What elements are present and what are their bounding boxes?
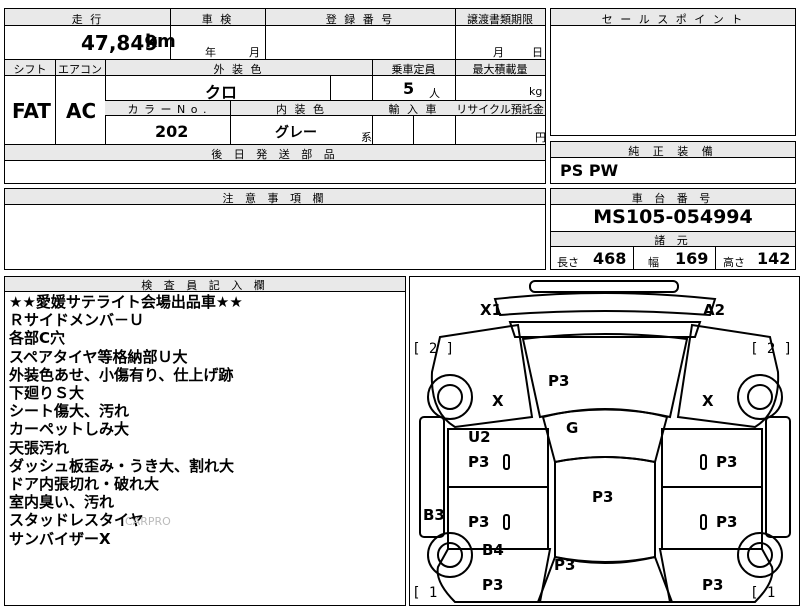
mark-bracket-2-left: [ 2 ] — [412, 341, 455, 357]
height-label: 高さ — [723, 256, 745, 269]
interior-color-value: グレー — [275, 125, 317, 141]
equipment-value: PS PW — [560, 161, 619, 180]
note-line: 外装色あせ、小傷有り、仕上げ跡 — [9, 365, 234, 384]
equipment-label: 純 正 装 備 — [628, 145, 718, 158]
length-label: 長さ — [557, 256, 579, 269]
sales-point-label: セ ー ル ス ポ イ ン ト — [601, 13, 745, 26]
color-no-label: カ ラ ー N o . — [127, 103, 208, 116]
note-line: Ｒサイドメンバ－Ｕ — [9, 311, 145, 330]
watermark: CARPRO — [125, 515, 171, 528]
inspection-month: 月 — [249, 46, 260, 59]
mark-hood: P3 — [548, 372, 570, 390]
note-line: ドア内張切れ・破れ大 — [9, 475, 160, 494]
length-value: 468 — [593, 249, 627, 268]
mark-front-door-right: P3 — [716, 453, 738, 471]
note-line: サンバイザーX — [9, 529, 111, 548]
mileage-unit: km — [145, 31, 176, 52]
mark-bracket-1-left: [ 1 — [412, 585, 438, 601]
capacity-value: 5 — [403, 79, 415, 98]
mark-rear-door-left: P3 — [468, 513, 490, 531]
mark-rear-door-right: P3 — [716, 513, 738, 531]
equipment-box: 純 正 装 備 PS PW — [550, 141, 796, 184]
inspection-label: 車 検 — [201, 13, 234, 26]
import-label: 輸 入 車 — [388, 103, 439, 116]
note-line: 室内臭い、汚れ — [9, 493, 115, 512]
chassis-label: 車 台 番 号 — [631, 192, 715, 205]
max-load-unit: kg — [529, 85, 543, 98]
note-line: スペアタイヤ等格納部Ｕ大 — [9, 347, 188, 366]
ac-value: AC — [66, 99, 97, 123]
recycle-unit: 円 — [535, 131, 546, 144]
mark-trunk: P3 — [554, 556, 576, 574]
color-no-value: 202 — [155, 122, 189, 141]
later-parts-label: 後 日 発 送 部 品 — [211, 148, 339, 161]
car-diagram: X1 A2 [ 2 ] [ 2 ] P3 X X G U2 P3 P3 P3 B… — [409, 276, 800, 606]
mark-x1: X1 — [480, 301, 503, 319]
ac-label: エアコン — [58, 63, 102, 76]
transfer-day: 日 — [532, 46, 543, 59]
note-line: 下廻りＳ大 — [9, 384, 85, 403]
interior-color-unit: 系 — [361, 131, 372, 144]
height-value: 142 — [757, 249, 791, 268]
inspector-label: 検 査 員 記 入 欄 — [141, 279, 269, 292]
note-line: カーペットしみ大 — [9, 420, 130, 439]
caution-label: 注 意 事 項 欄 — [222, 192, 328, 205]
mark-x-left: X — [492, 392, 504, 410]
chassis-number: MS105-054994 — [593, 206, 753, 228]
mark-bracket-2-right: [ 2 ] — [750, 341, 793, 357]
mark-rear-quarter-left: P3 — [482, 576, 504, 594]
shift-value: FAT — [12, 99, 51, 123]
sales-point-box: セ ー ル ス ポ イ ン ト — [550, 8, 796, 136]
mark-roof: P3 — [592, 488, 614, 506]
inspector-box: 検 査 員 記 入 欄 ★★愛媛サテライト会場出品車★★ Ｒサイドメンバ－Ｕ 各… — [4, 276, 406, 606]
interior-color-label: 内 装 色 — [276, 103, 326, 116]
mark-front-door-left: P3 — [468, 453, 490, 471]
caution-box: 注 意 事 項 欄 — [4, 188, 546, 270]
mark-x-right: X — [702, 392, 714, 410]
capacity-unit: 人 — [429, 87, 440, 100]
note-line: 天張汚れ — [9, 438, 70, 457]
recycle-label: リサイクル預託金 — [456, 103, 544, 116]
note-line: 各部C穴 — [9, 329, 66, 348]
width-value: 169 — [675, 249, 709, 268]
mileage-label: 走 行 — [71, 13, 104, 26]
inspector-notes: ★★愛媛サテライト会場出品車★★ Ｒサイドメンバ－Ｕ 各部C穴 スペアタイヤ等格… — [9, 293, 243, 548]
dimensions-label: 諸 元 — [654, 234, 692, 247]
note-line: ダッシュ板歪み・うき大、割れ大 — [9, 456, 235, 475]
note-line: ★★愛媛サテライト会場出品車★★ — [9, 293, 243, 311]
mark-a2: A2 — [703, 301, 726, 319]
mark-g: G — [566, 419, 579, 437]
mark-rear-quarter-right: P3 — [702, 576, 724, 594]
mark-b4: B4 — [482, 541, 504, 559]
mark-bracket-1-right: [ 1 — [750, 585, 776, 601]
inspection-year: 年 — [205, 46, 216, 59]
chassis-box: 車 台 番 号 MS105-054994 諸 元 長さ 468 幅 169 高さ… — [550, 188, 796, 270]
registration-label: 登 録 番 号 — [325, 13, 395, 26]
mark-u2: U2 — [468, 428, 491, 446]
vehicle-info-table: 走 行 車 検 登 録 番 号 譲渡書類期限 47,849 km 年 月 月 日… — [4, 8, 546, 184]
width-label: 幅 — [648, 256, 659, 269]
transfer-deadline-label: 譲渡書類期限 — [467, 13, 533, 26]
transfer-month: 月 — [493, 46, 504, 59]
mark-b3: B3 — [423, 506, 445, 524]
shift-label: シフト — [13, 63, 47, 76]
note-line: シート傷大、汚れ — [9, 402, 130, 421]
